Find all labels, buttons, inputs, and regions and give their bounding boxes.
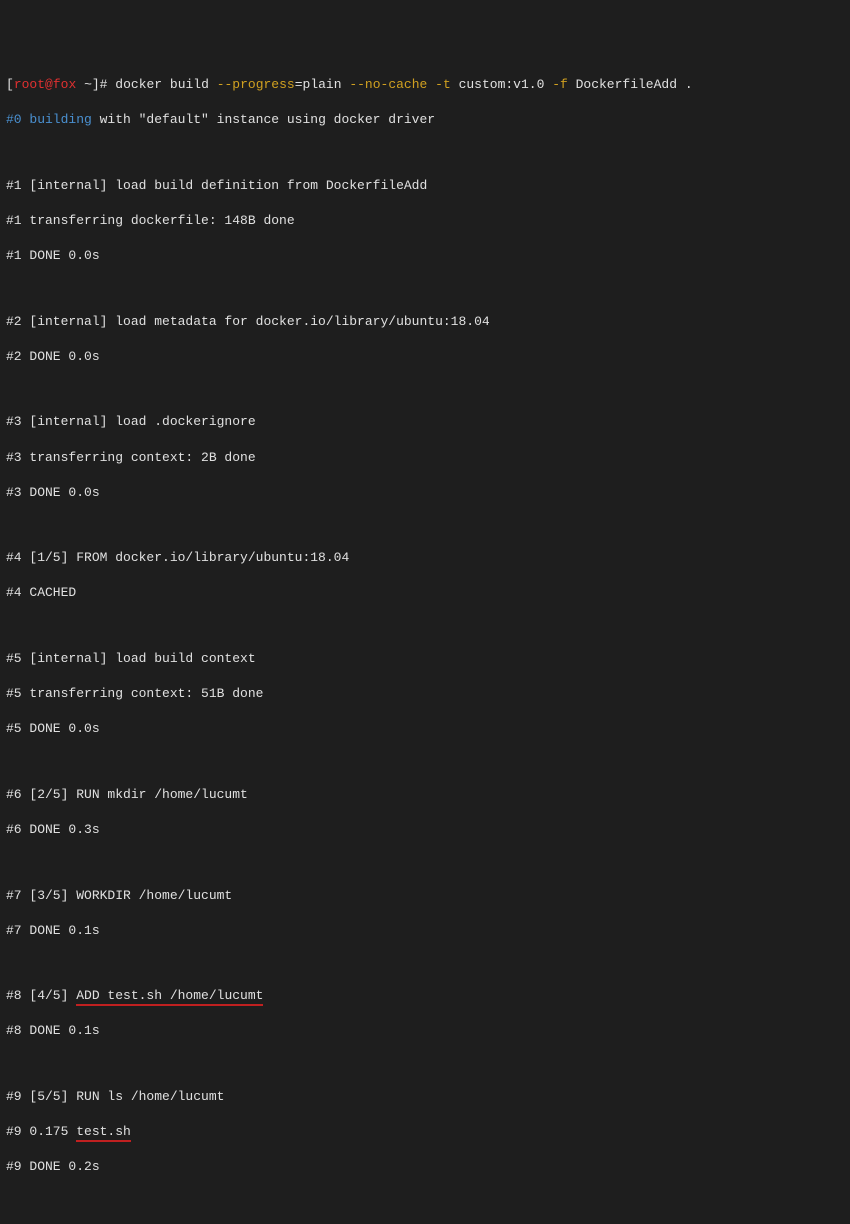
prompt-host: fox (53, 77, 76, 92)
flag-t: -t (435, 77, 451, 92)
output-line: #7 [3/5] WORKDIR /home/lucumt (6, 887, 844, 905)
output-line: #5 transferring context: 51B done (6, 685, 844, 703)
blank-line (6, 856, 844, 869)
output-line: #8 DONE 0.1s (6, 1022, 844, 1040)
building-text: #0 building (6, 112, 92, 127)
blank-line (6, 755, 844, 768)
output-line: #6 DONE 0.3s (6, 821, 844, 839)
eq-plain: =plain (295, 77, 350, 92)
output-line: #9 0.175 test.sh (6, 1123, 844, 1141)
blank-line (6, 1193, 844, 1206)
output-line: #1 DONE 0.0s (6, 247, 844, 265)
prompt-line: [root@fox ~]# docker build --progress=pl… (6, 76, 844, 94)
prompt-close: ]# (92, 77, 108, 92)
sp-custom: custom:v1.0 (451, 77, 552, 92)
building-rest: with "default" instance using docker dri… (92, 112, 435, 127)
flag-f: -f (552, 77, 568, 92)
output-line: #6 [2/5] RUN mkdir /home/lucumt (6, 786, 844, 804)
output-line: #9 [5/5] RUN ls /home/lucumt (6, 1088, 844, 1106)
output-line: #3 transferring context: 2B done (6, 449, 844, 467)
bracket: [ (6, 77, 14, 92)
prompt-at: @ (45, 77, 53, 92)
output-line: #9 DONE 0.2s (6, 1158, 844, 1176)
output-line: #3 DONE 0.0s (6, 484, 844, 502)
flag-nocache: --no-cache (349, 77, 427, 92)
pre-text: #8 [4/5] (6, 988, 76, 1003)
sp-docker: DockerfileAdd . (568, 77, 693, 92)
prompt-user: root (14, 77, 45, 92)
output-line: #4 CACHED (6, 584, 844, 602)
sp1 (427, 77, 435, 92)
output-line: #2 DONE 0.0s (6, 348, 844, 366)
output-line: #7 DONE 0.1s (6, 922, 844, 940)
output-line: #5 [internal] load build context (6, 650, 844, 668)
blank-line (6, 1058, 844, 1071)
highlighted-testsh: test.sh (76, 1124, 131, 1142)
flag-progress: --progress (217, 77, 295, 92)
output-line: #8 [4/5] ADD test.sh /home/lucumt (6, 987, 844, 1005)
blank-line (6, 620, 844, 633)
highlighted-add: ADD test.sh /home/lucumt (76, 988, 263, 1006)
blank-line (6, 282, 844, 295)
output-line: #4 [1/5] FROM docker.io/library/ubuntu:1… (6, 549, 844, 567)
cmd-base: docker build (107, 77, 216, 92)
output-line: #1 transferring dockerfile: 148B done (6, 212, 844, 230)
pre-text: #9 0.175 (6, 1124, 76, 1139)
prompt-tilde: ~ (84, 77, 92, 92)
output-line: #0 building with "default" instance usin… (6, 111, 844, 129)
output-line: #3 [internal] load .dockerignore (6, 413, 844, 431)
blank-line (6, 383, 844, 396)
output-line: #5 DONE 0.0s (6, 720, 844, 738)
blank-line (6, 519, 844, 532)
blank-line (6, 146, 844, 159)
blank-line (6, 957, 844, 970)
output-line: #1 [internal] load build definition from… (6, 177, 844, 195)
prompt-path (76, 77, 84, 92)
output-line: #2 [internal] load metadata for docker.i… (6, 313, 844, 331)
